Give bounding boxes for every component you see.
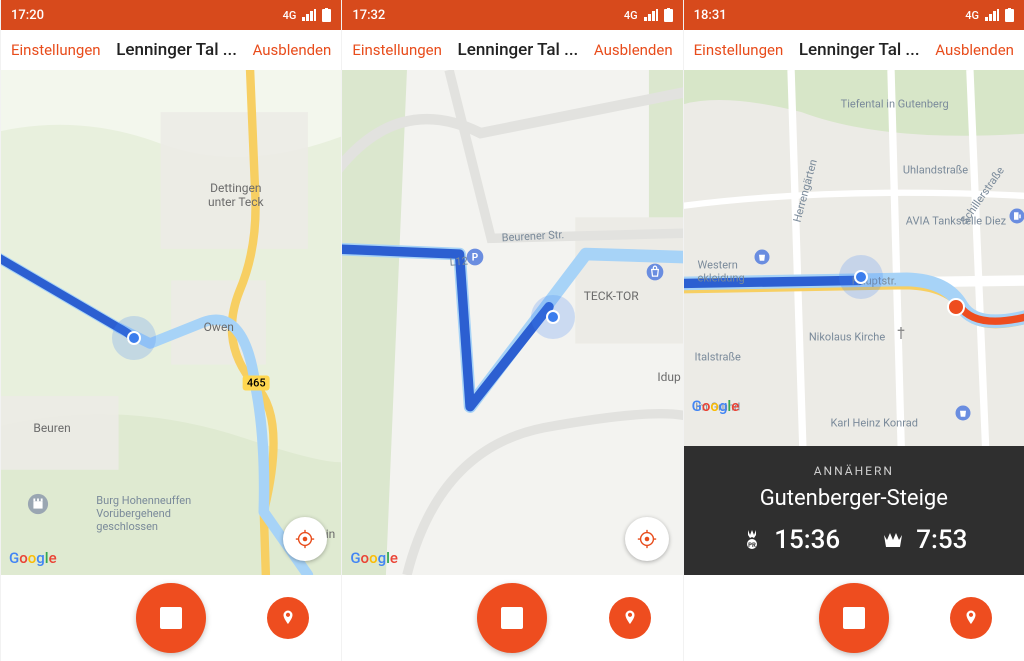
user-location-dot xyxy=(112,316,156,360)
segment-name: Gutenberger-Steige xyxy=(702,486,1006,511)
nav-bar: Einstellungen Lenninger Tal ... Ausblend… xyxy=(342,30,682,70)
map-label-tiefental: Tiefental in Gutenberg xyxy=(841,99,949,112)
battery-icon xyxy=(322,8,331,22)
map-label-owen: Owen xyxy=(204,321,234,335)
battery-icon xyxy=(664,8,673,22)
kom-crown-icon xyxy=(880,528,906,552)
map-label-italstr: Italstraße xyxy=(694,352,740,365)
waypoint-button[interactable] xyxy=(609,597,651,639)
map-label-idup: Idup xyxy=(657,371,680,385)
nav-bar: Einstellungen Lenninger Tal ... Ausblend… xyxy=(684,30,1024,70)
bottom-controls xyxy=(1,575,341,661)
map-label-konrad: Karl Heinz Konrad xyxy=(831,417,918,430)
phone-1: 17:20 4G Einstellungen Lenninger Tal ...… xyxy=(0,0,341,661)
status-bar: 17:32 4G xyxy=(342,0,682,30)
google-attribution: Google xyxy=(9,549,57,567)
status-bar: 17:20 4G xyxy=(1,0,341,30)
status-bar: 18:31 4G xyxy=(684,0,1024,30)
user-location-dot xyxy=(839,255,883,299)
shopping-icon[interactable] xyxy=(645,262,665,282)
status-indicators: 4G xyxy=(965,8,1014,22)
map-area[interactable]: Tiefental in Gutenberg AVIA Tankstelle D… xyxy=(684,70,1024,575)
gas-station-icon[interactable] xyxy=(1008,207,1024,225)
map-label-uhland: Uhlandstraße xyxy=(903,165,968,178)
map-label-beuren: Beuren xyxy=(33,422,70,436)
waypoint-button[interactable] xyxy=(950,597,992,639)
svg-text:P: P xyxy=(472,252,479,263)
page-title: Lenninger Tal ... xyxy=(799,40,920,60)
signal-icon xyxy=(644,9,658,21)
phone-2: 17:32 4G Einstellungen Lenninger Tal ...… xyxy=(341,0,682,661)
map-area[interactable]: Dettingenunter Teck Owen Beuren Lennin 4… xyxy=(1,70,341,575)
castle-poi-icon[interactable] xyxy=(27,493,49,515)
stop-icon xyxy=(160,607,182,629)
signal-icon xyxy=(985,9,999,21)
pin-icon xyxy=(279,609,297,627)
pin-icon xyxy=(962,609,980,627)
crosshair-icon xyxy=(294,528,316,550)
user-location-dot xyxy=(531,295,575,339)
status-time: 18:31 xyxy=(694,8,727,23)
google-attribution: Google xyxy=(350,549,398,567)
page-title: Lenninger Tal ... xyxy=(116,40,237,60)
map-label-tecktor: TECK-TOR xyxy=(584,290,639,304)
segment-approach-label: ANNÄHERN xyxy=(702,464,1006,478)
parking-icon[interactable]: P xyxy=(465,247,485,267)
hide-link[interactable]: Ausblenden xyxy=(594,41,673,59)
hide-link[interactable]: Ausblenden xyxy=(253,41,332,59)
pr-time-block: PR 15:36 xyxy=(740,525,840,555)
page-title: Lenninger Tal ... xyxy=(458,40,579,60)
map-label-western: Westernekleidung xyxy=(698,259,745,284)
stop-recording-button[interactable] xyxy=(477,583,547,653)
status-indicators: 4G xyxy=(283,8,332,22)
network-label: 4G xyxy=(624,9,638,22)
settings-link[interactable]: Einstellungen xyxy=(11,41,101,59)
signal-icon xyxy=(302,9,316,21)
network-label: 4G xyxy=(283,9,297,22)
settings-link[interactable]: Einstellungen xyxy=(352,41,442,59)
crosshair-icon xyxy=(636,528,658,550)
stop-recording-button[interactable] xyxy=(136,583,206,653)
bottom-controls xyxy=(342,575,682,661)
status-indicators: 4G xyxy=(624,8,673,22)
shop-icon-1[interactable] xyxy=(753,248,771,266)
settings-link[interactable]: Einstellungen xyxy=(694,41,784,59)
waypoint-button[interactable] xyxy=(267,597,309,639)
church-icon[interactable] xyxy=(893,325,909,341)
google-attribution: Google xyxy=(692,397,740,415)
map-area[interactable]: Beurener Str. L1210 TECK-TOR Idup P Goog… xyxy=(342,70,682,575)
locate-me-button[interactable] xyxy=(625,517,669,561)
shop-icon-2[interactable] xyxy=(954,404,972,422)
kom-time-block: 7:53 xyxy=(880,525,967,555)
pr-time-value: 15:36 xyxy=(774,525,840,555)
pr-medal-icon: PR xyxy=(740,528,764,552)
map-label-dettingen: Dettingenunter Teck xyxy=(208,182,264,210)
poi-castle-label: Burg HohenneuffenVorübergehendgeschlosse… xyxy=(96,495,191,533)
stop-recording-button[interactable] xyxy=(819,583,889,653)
map-background xyxy=(342,70,682,575)
network-label: 4G xyxy=(965,9,979,22)
map-label-avia: AVIA Tankstelle Diez xyxy=(906,215,1006,228)
bottom-controls xyxy=(684,575,1024,661)
pin-icon xyxy=(621,609,639,627)
kom-time-value: 7:53 xyxy=(916,525,967,555)
stop-icon xyxy=(501,607,523,629)
map-label-nikolaus: Nikolaus Kirche xyxy=(809,331,885,344)
hide-link[interactable]: Ausblenden xyxy=(935,41,1014,59)
svg-text:PR: PR xyxy=(748,542,756,549)
segment-start-marker xyxy=(947,298,965,316)
road-shield-465: 465 xyxy=(243,376,270,391)
nav-bar: Einstellungen Lenninger Tal ... Ausblend… xyxy=(1,30,341,70)
battery-icon xyxy=(1005,8,1014,22)
status-time: 17:32 xyxy=(352,8,385,23)
phone-3: 18:31 4G Einstellungen Lenninger Tal ...… xyxy=(683,0,1024,661)
stop-icon xyxy=(843,607,865,629)
locate-me-button[interactable] xyxy=(283,517,327,561)
status-time: 17:20 xyxy=(11,8,44,23)
segment-approach-panel: ANNÄHERN Gutenberger-Steige PR 15:36 7:5… xyxy=(684,446,1024,575)
